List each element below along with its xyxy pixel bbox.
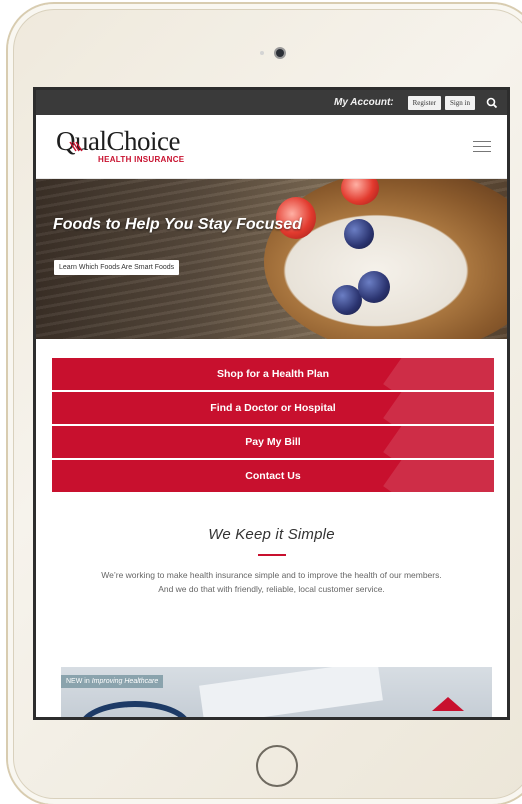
stethoscope-image <box>79 701 191 717</box>
tag-category: Improving Healthcare <box>91 678 159 685</box>
tag-prefix: NEW in <box>66 678 90 685</box>
logo-swoosh-icon <box>69 141 83 152</box>
account-bar: My Account: Register Sign in <box>36 90 507 115</box>
hero-title: Foods to Help You Stay Focused <box>53 216 302 233</box>
shop-health-plan-button[interactable]: Shop for a Health Plan <box>52 358 494 390</box>
front-camera <box>276 49 284 57</box>
tablet-screen: My Account: Register Sign in QualChoice … <box>36 90 507 717</box>
intro-text-line-2: And we do that with friendly, reliable, … <box>158 584 385 594</box>
hero-banner: Foods to Help You Stay Focused Learn Whi… <box>36 179 507 339</box>
article-tag: NEW in Improving Healthcare <box>61 675 164 688</box>
intro-text-line-1: We’re working to make health insurance s… <box>101 570 442 580</box>
sensor-dot <box>260 51 264 55</box>
blueberry-image <box>344 219 374 249</box>
register-button[interactable]: Register <box>407 95 441 110</box>
my-account-label: My Account: <box>333 97 394 108</box>
blueberry-image <box>358 271 390 303</box>
pay-bill-button[interactable]: Pay My Bill <box>52 426 494 458</box>
find-doctor-button[interactable]: Find a Doctor or Hospital <box>52 392 494 424</box>
clipboard-image <box>199 667 383 717</box>
feature-article-card[interactable]: NEW in Improving Healthcare <box>61 667 492 717</box>
home-button[interactable] <box>256 745 298 787</box>
smart-foods-button[interactable]: Learn Which Foods Are Smart Foods <box>54 260 180 275</box>
search-icon[interactable] <box>485 96 499 110</box>
logo-subtext: HEALTH INSURANCE <box>98 155 185 164</box>
sign-in-button[interactable]: Sign in <box>444 95 475 110</box>
hamburger-menu-icon[interactable] <box>473 141 491 153</box>
red-triangle-icon <box>432 697 464 711</box>
intro-section: We Keep it Simple We’re working to make … <box>36 494 507 596</box>
site-header: QualChoice HEALTH INSURANCE <box>36 115 507 179</box>
section-heading: We Keep it Simple <box>208 526 335 543</box>
contact-us-button[interactable]: Contact Us <box>52 460 494 492</box>
heading-divider <box>257 554 286 556</box>
quick-actions: Shop for a Health Plan Find a Doctor or … <box>36 339 507 492</box>
